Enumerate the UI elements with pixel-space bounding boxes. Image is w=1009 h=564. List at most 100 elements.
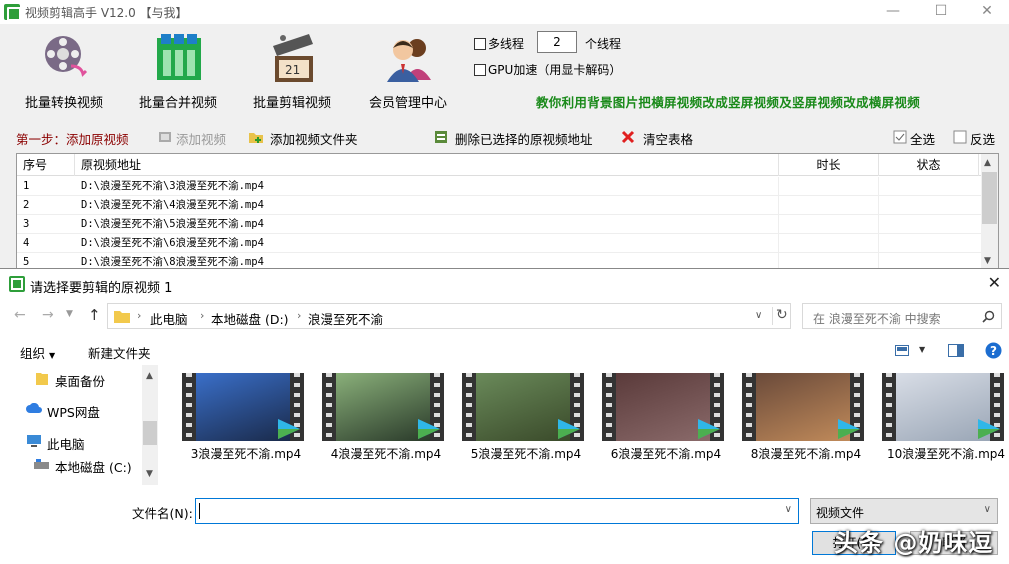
gpu-checkbox[interactable] <box>474 64 486 76</box>
file-item[interactable]: 10浪漫至死不渝.mp4 <box>876 373 1009 469</box>
filename-label: 文件名(N): <box>132 506 193 521</box>
watermark: 头条 @奶味逗 <box>834 529 994 557</box>
batch-convert-button[interactable]: 批量转换视频 <box>9 30 119 112</box>
nav-desktop-backup[interactable]: 桌面备份 <box>55 371 105 390</box>
close-button[interactable]: ✕ <box>964 0 1009 24</box>
filename-input[interactable]: ∨ <box>195 498 799 524</box>
select-all-button[interactable]: 全选 <box>910 129 935 148</box>
header-duration[interactable]: 时长 <box>779 154 879 176</box>
view-chevron-icon[interactable]: ▼ <box>919 345 925 354</box>
window-title: 视频剪辑高手 V12.0 【与我】 <box>25 6 188 20</box>
batch-cut-label: 批量剪辑视频 <box>252 96 331 111</box>
address-bar[interactable]: › 此电脑 › 本地磁盘 (D:) › 浪漫至死不渝 ∨ ↻ <box>107 303 791 329</box>
new-folder-button[interactable]: 新建文件夹 <box>88 343 151 362</box>
table-row[interactable]: 2 D:\浪漫至死不渝\4浪漫至死不渝.mp4 <box>17 196 982 215</box>
video-play-icon <box>558 419 580 439</box>
header-index[interactable]: 序号 <box>17 154 75 176</box>
batch-merge-button[interactable]: 批量合并视频 <box>123 30 233 112</box>
title-bar: 视频剪辑高手 V12.0 【与我】 — ☐ ✕ <box>0 0 1009 24</box>
nav-wps-drive[interactable]: WPS网盘 <box>47 402 100 421</box>
navigation-pane[interactable]: 桌面备份 WPS网盘 此电脑 本地磁盘 (C:) ▲ ▼ <box>0 365 158 485</box>
table-scroll-thumb[interactable] <box>982 172 997 224</box>
maximize-button[interactable]: ☐ <box>918 0 964 24</box>
video-play-icon <box>978 419 1000 439</box>
row-path: D:\浪漫至死不渝\6浪漫至死不渝.mp4 <box>81 237 264 249</box>
organize-button[interactable]: 组织 ▼ <box>20 343 55 362</box>
add-folder-button[interactable]: 添加视频文件夹 <box>270 129 358 148</box>
nav-scrollbar[interactable]: ▲ ▼ <box>142 365 158 485</box>
svg-text:21: 21 <box>285 63 300 77</box>
search-icon <box>982 310 995 323</box>
filetype-select[interactable]: 视频文件 ∨ <box>810 498 998 524</box>
delete-selected-button[interactable]: 删除已选择的原视频地址 <box>455 129 593 148</box>
nav-scroll-thumb[interactable] <box>143 421 157 445</box>
help-icon[interactable]: ? <box>985 342 1002 359</box>
dialog-close-icon[interactable]: ✕ <box>988 273 1001 292</box>
video-play-icon <box>278 419 300 439</box>
back-arrow-icon[interactable]: ← <box>14 307 26 323</box>
select-all-icon <box>893 130 907 144</box>
row-index: 1 <box>23 180 30 192</box>
refresh-icon[interactable]: ↻ <box>776 307 788 323</box>
file-name: 4浪漫至死不渝.mp4 <box>330 447 442 461</box>
thread-count-input[interactable]: 2 <box>537 31 577 53</box>
promo-link[interactable]: 教你利用背景图片把横屏视频改成竖屏视频及竖屏视频改成横屏视频 <box>536 92 920 111</box>
invert-button[interactable]: 反选 <box>970 129 995 148</box>
preview-pane-icon[interactable] <box>948 344 964 357</box>
row-index: 2 <box>23 199 30 211</box>
file-open-dialog: 请选择要剪辑的原视频 1 ✕ ← → ▼ ↑ › 此电脑 › 本地磁盘 (D:)… <box>0 268 1009 564</box>
nav-drive-c[interactable]: 本地磁盘 (C:) <box>55 457 132 476</box>
multithread-checkbox[interactable] <box>474 38 486 50</box>
file-item[interactable]: 4浪漫至死不渝.mp4 <box>316 373 456 469</box>
search-box[interactable]: 在 浪漫至死不渝 中搜索 <box>802 303 1002 329</box>
multithread-label: 多线程 <box>488 37 525 51</box>
add-video-button[interactable]: 添加视频 <box>176 129 226 148</box>
file-item[interactable]: 6浪漫至死不渝.mp4 <box>596 373 736 469</box>
delete-list-icon <box>435 131 447 143</box>
file-name: 3浪漫至死不渝.mp4 <box>190 447 302 461</box>
nav-this-pc[interactable]: 此电脑 <box>47 434 85 453</box>
minimize-button[interactable]: — <box>870 0 916 24</box>
file-item[interactable]: 5浪漫至死不渝.mp4 <box>456 373 596 469</box>
invert-icon <box>953 130 967 144</box>
member-center-label: 会员管理中心 <box>368 96 447 111</box>
table-row[interactable]: 4 D:\浪漫至死不渝\6浪漫至死不渝.mp4 <box>17 234 982 253</box>
breadcrumb-this-pc[interactable]: 此电脑 <box>150 309 188 328</box>
row-path: D:\浪漫至死不渝\4浪漫至死不渝.mp4 <box>81 199 264 211</box>
filename-dropdown-icon[interactable]: ∨ <box>785 504 792 515</box>
thread-unit-label: 个线程 <box>585 37 622 51</box>
header-status[interactable]: 状态 <box>879 154 979 176</box>
table-scrollbar[interactable]: ▲ ▼ <box>981 154 998 270</box>
recent-chevron-icon[interactable]: ▼ <box>66 309 73 319</box>
row-path: D:\浪漫至死不渝\5浪漫至死不渝.mp4 <box>81 218 264 230</box>
breadcrumb-folder[interactable]: 浪漫至死不渝 <box>308 309 383 328</box>
organize-label: 组织 <box>20 346 46 361</box>
multithread-option[interactable]: 多线程 <box>474 35 524 52</box>
film-reel-icon <box>45 36 88 77</box>
table-row[interactable]: 1 D:\浪漫至死不渝\3浪漫至死不渝.mp4 <box>17 177 982 196</box>
file-item[interactable]: 8浪漫至死不渝.mp4 <box>736 373 876 469</box>
view-options-icon[interactable] <box>895 345 909 356</box>
forward-arrow-icon[interactable]: → <box>42 307 54 323</box>
batch-convert-label: 批量转换视频 <box>24 96 103 111</box>
gpu-label: GPU加速（用显卡解码） <box>488 63 622 77</box>
gpu-option[interactable]: GPU加速（用显卡解码） <box>474 61 621 78</box>
address-dropdown-icon[interactable]: ∨ <box>755 310 762 321</box>
header-path[interactable]: 原视频地址 <box>75 154 779 176</box>
batch-merge-label: 批量合并视频 <box>138 96 217 111</box>
search-input[interactable]: 在 浪漫至死不渝 中搜索 <box>813 310 941 327</box>
table-header: 序号 原视频地址 时长 状态 <box>17 154 982 176</box>
command-bar: 组织 ▼ 新建文件夹 ▼ ? <box>0 339 1009 363</box>
row-index: 3 <box>23 218 30 230</box>
file-name: 8浪漫至死不渝.mp4 <box>750 447 862 461</box>
video-table[interactable]: 序号 原视频地址 时长 状态 1 D:\浪漫至死不渝\3浪漫至死不渝.mp4 2 D:… <box>16 153 999 271</box>
up-arrow-icon[interactable]: ↑ <box>88 306 101 324</box>
main-window: 视频剪辑高手 V12.0 【与我】 — ☐ ✕ 批量转换视频 批量合并视频 21… <box>0 0 1009 271</box>
file-item[interactable]: 3浪漫至死不渝.mp4 <box>176 373 316 469</box>
clear-table-button[interactable]: 清空表格 <box>643 129 693 148</box>
table-row[interactable]: 3 D:\浪漫至死不渝\5浪漫至死不渝.mp4 <box>17 215 982 234</box>
batch-cut-button[interactable]: 21 批量剪辑视频 <box>237 30 347 112</box>
breadcrumb-drive-d[interactable]: 本地磁盘 (D:) <box>211 309 289 328</box>
member-center-button[interactable]: 会员管理中心 <box>353 30 463 112</box>
text-caret <box>199 503 200 519</box>
